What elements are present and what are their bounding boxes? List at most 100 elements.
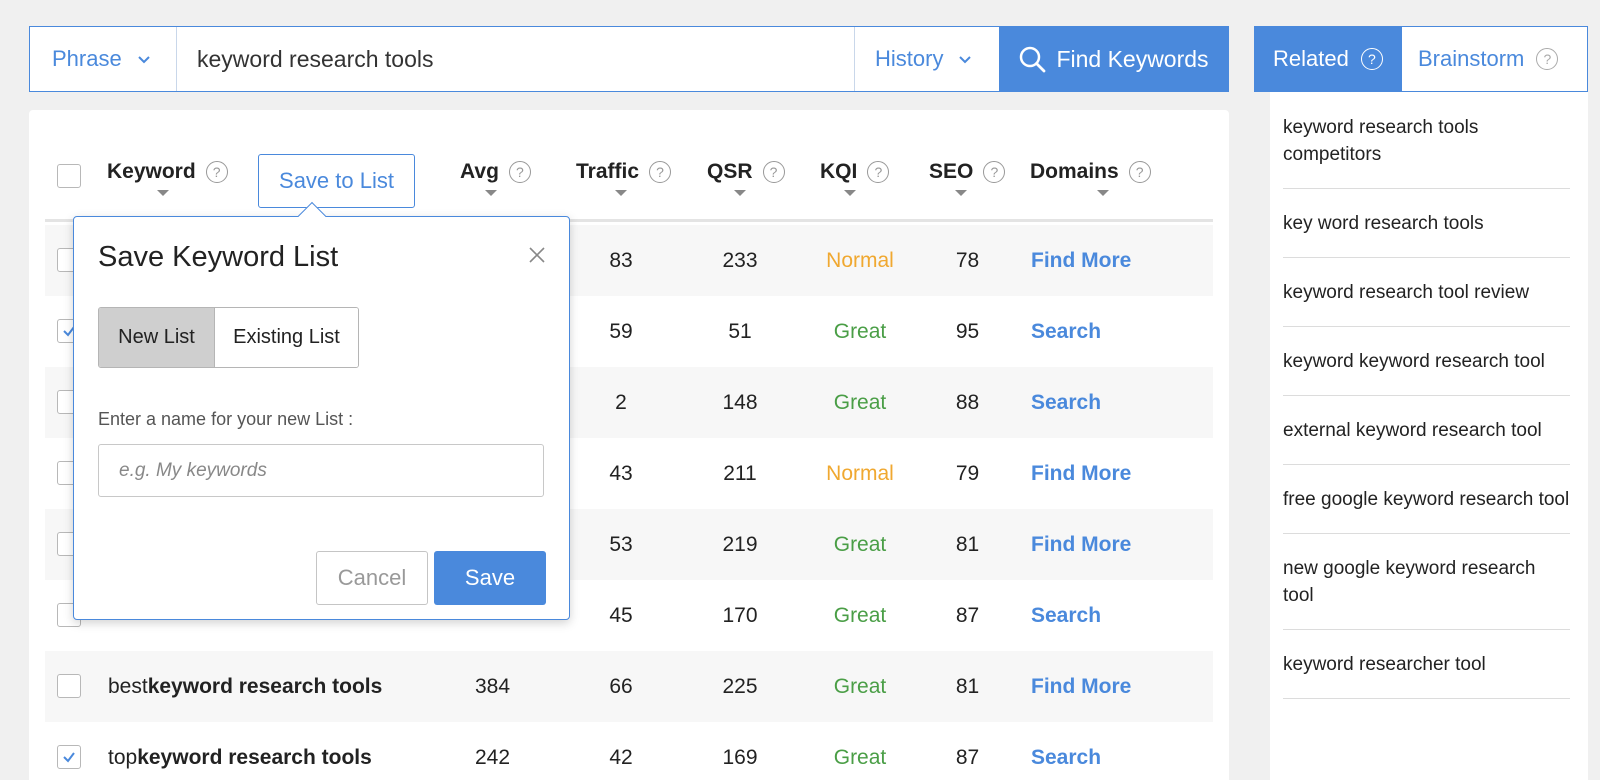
seo-cell: 87 xyxy=(955,603,980,627)
domains-link[interactable]: Search xyxy=(1031,367,1101,438)
list-item[interactable]: keyword research tools competitors xyxy=(1283,92,1570,189)
help-icon[interactable]: ? xyxy=(205,161,228,183)
col-seo-label: SEO xyxy=(929,160,974,183)
kqi-cell: Great xyxy=(833,745,887,769)
list-item[interactable]: external keyword research tool xyxy=(1283,396,1570,465)
tab-related[interactable]: Related ? xyxy=(1255,27,1402,91)
list-type-toggle: New List Existing List xyxy=(98,307,359,368)
qsr-cell: 233 xyxy=(722,248,758,272)
list-name-input[interactable] xyxy=(98,444,544,497)
keyword-cell[interactable]: top keyword research tools xyxy=(108,722,372,780)
tab-brainstorm[interactable]: Brainstorm ? xyxy=(1402,27,1587,91)
find-keywords-button[interactable]: Find Keywords xyxy=(999,27,1228,91)
kqi-cell: Normal xyxy=(826,461,894,485)
avg-cell: 242 xyxy=(474,745,511,769)
sort-caret-icon xyxy=(844,190,856,196)
domains-link[interactable]: Search xyxy=(1031,296,1101,367)
search-icon xyxy=(1020,46,1046,73)
sort-caret-icon xyxy=(485,190,497,196)
save-keyword-list-dialog: Save Keyword List New List Existing List… xyxy=(73,201,570,620)
list-item[interactable]: new google keyword research tool xyxy=(1283,534,1570,630)
list-item[interactable]: keyword research tool review xyxy=(1283,258,1570,327)
col-domains[interactable]: Domains ? xyxy=(1030,160,1151,184)
help-icon[interactable]: ? xyxy=(1360,48,1383,70)
col-traffic[interactable]: Traffic ? xyxy=(576,160,672,184)
seo-cell: 87 xyxy=(955,745,980,769)
traffic-cell: 43 xyxy=(609,461,633,485)
kqi-cell: Great xyxy=(833,674,887,698)
col-avg-label: Avg xyxy=(460,160,499,183)
select-all-checkbox[interactable] xyxy=(57,164,81,188)
col-domains-label: Domains xyxy=(1030,160,1119,183)
history-dropdown[interactable]: History xyxy=(854,27,999,91)
domains-link[interactable]: Find More xyxy=(1031,225,1131,296)
close-icon[interactable] xyxy=(527,245,547,265)
chevron-down-icon xyxy=(959,56,972,64)
help-icon[interactable]: ? xyxy=(1536,48,1559,70)
help-icon[interactable]: ? xyxy=(649,161,672,183)
match-type-label: Phrase xyxy=(52,46,122,71)
col-avg[interactable]: Avg ? xyxy=(460,160,531,184)
domains-link[interactable]: Search xyxy=(1031,580,1101,651)
domains-link[interactable]: Find More xyxy=(1031,438,1131,509)
row-checkbox[interactable] xyxy=(57,745,81,769)
history-label: History xyxy=(875,46,944,71)
kqi-cell: Normal xyxy=(826,248,894,272)
qsr-cell: 211 xyxy=(723,461,757,485)
domains-link[interactable]: Find More xyxy=(1031,651,1131,722)
match-type-dropdown[interactable]: Phrase xyxy=(30,27,177,91)
list-name-label: Enter a name for your new List : xyxy=(98,409,354,429)
traffic-cell: 42 xyxy=(609,745,633,769)
qsr-cell: 51 xyxy=(728,319,752,343)
sort-caret-icon xyxy=(157,190,169,196)
tab-brainstorm-label: Brainstorm xyxy=(1418,46,1525,71)
col-qsr[interactable]: QSR ? xyxy=(707,160,785,184)
sort-caret-icon xyxy=(734,190,746,196)
col-keyword[interactable]: Keyword ? xyxy=(107,160,228,184)
list-item[interactable]: key word research tools xyxy=(1283,189,1570,258)
list-item[interactable]: keyword keyword research tool xyxy=(1283,327,1570,396)
related-keywords-list: keyword research tools competitors key w… xyxy=(1270,92,1588,780)
kqi-cell: Great xyxy=(833,603,887,627)
chevron-down-icon xyxy=(138,56,150,64)
col-traffic-label: Traffic xyxy=(576,160,640,183)
row-checkbox[interactable] xyxy=(57,674,81,698)
cancel-button[interactable]: Cancel xyxy=(316,551,428,605)
traffic-cell: 53 xyxy=(609,532,633,556)
list-item[interactable]: keyword researcher tool xyxy=(1283,630,1570,699)
search-bar: Phrase History Find Keywords xyxy=(29,26,1229,92)
help-icon[interactable]: ? xyxy=(867,161,890,183)
qsr-cell: 225 xyxy=(722,674,758,698)
domains-link[interactable]: Search xyxy=(1031,722,1101,780)
seo-cell: 81 xyxy=(955,532,980,556)
kqi-cell: Great xyxy=(833,532,887,556)
seo-cell: 81 xyxy=(955,674,980,698)
traffic-cell: 45 xyxy=(609,603,633,627)
qsr-cell: 170 xyxy=(722,603,758,627)
save-button[interactable]: Save xyxy=(434,551,546,605)
search-input[interactable] xyxy=(177,27,854,91)
kqi-cell: Great xyxy=(833,390,887,414)
qsr-cell: 219 xyxy=(722,532,758,556)
help-icon[interactable]: ? xyxy=(508,161,531,183)
help-icon[interactable]: ? xyxy=(983,161,1006,183)
help-icon[interactable]: ? xyxy=(1128,161,1151,183)
col-kqi[interactable]: KQI ? xyxy=(820,160,890,184)
traffic-cell: 59 xyxy=(609,319,633,343)
seo-cell: 95 xyxy=(955,319,980,343)
table-row: best keyword research tools 384 66 225 G… xyxy=(45,651,1213,722)
suggestion-tabs: Related ? Brainstorm ? xyxy=(1254,26,1588,92)
avg-cell: 384 xyxy=(474,674,511,698)
new-list-toggle[interactable]: New List xyxy=(99,308,215,367)
save-to-list-button[interactable]: Save to List xyxy=(258,154,415,208)
col-seo[interactable]: SEO ? xyxy=(929,160,1006,184)
kqi-cell: Great xyxy=(833,319,887,343)
traffic-cell: 2 xyxy=(615,390,627,414)
help-icon[interactable]: ? xyxy=(762,161,785,183)
seo-cell: 79 xyxy=(955,461,980,485)
list-item[interactable]: free google keyword research tool xyxy=(1283,465,1570,534)
domains-link[interactable]: Find More xyxy=(1031,509,1131,580)
existing-list-toggle[interactable]: Existing List xyxy=(215,308,358,367)
table-row: top keyword research tools 242 42 169 Gr… xyxy=(45,722,1213,780)
keyword-cell[interactable]: best keyword research tools xyxy=(108,651,382,722)
